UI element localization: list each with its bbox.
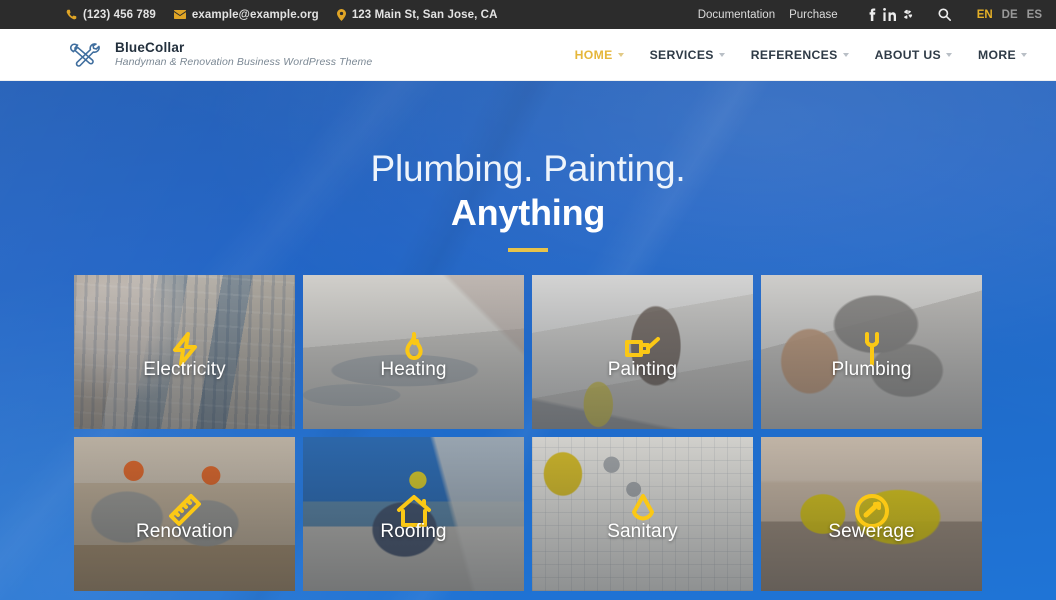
service-tile-heating[interactable]: Heating <box>303 275 524 430</box>
tile-label: Sewerage <box>828 521 915 543</box>
brand-tagline: Handyman & Renovation Business WordPress… <box>115 56 373 69</box>
documentation-link[interactable]: Documentation <box>691 9 782 21</box>
service-tile-renovation[interactable]: Renovation <box>74 437 295 592</box>
nav-item-home[interactable]: HOME <box>562 29 637 81</box>
nav-label-services: SERVICES <box>649 47 714 62</box>
top-bar-contact-group: (123) 456 789 example@example.org 123 Ma… <box>66 8 498 21</box>
language-switcher: EN DE ES <box>977 9 1042 21</box>
linkedin-icon[interactable] <box>881 5 899 25</box>
service-tile-sewerage[interactable]: Sewerage <box>761 437 982 592</box>
top-bar-utility-group: Documentation Purchase EN DE ES <box>691 5 1042 25</box>
email-text: example@example.org <box>191 8 319 21</box>
address-item[interactable]: 123 Main St, San Jose, CA <box>336 8 498 21</box>
chevron-down-icon <box>842 52 849 57</box>
tile-label: Plumbing <box>831 359 912 381</box>
tile-label: Renovation <box>135 521 234 543</box>
site-header: BlueCollar Handyman & Renovation Busines… <box>0 29 1056 81</box>
service-tile-grid: Electricity Heating Painting Plumbing Re… <box>74 275 982 592</box>
chevron-down-icon <box>946 52 953 57</box>
main-navigation: HOME SERVICES REFERENCES ABOUT US MORE <box>562 29 1040 81</box>
map-pin-icon <box>336 8 346 21</box>
email-item[interactable]: example@example.org <box>173 8 319 21</box>
tile-label: Roofing <box>380 521 447 543</box>
facebook-icon[interactable] <box>863 5 881 25</box>
hero-heading: Plumbing. Painting. Anything <box>0 81 1056 253</box>
phone-text: (123) 456 789 <box>83 8 156 21</box>
tile-label: Electricity <box>143 359 226 381</box>
purchase-link[interactable]: Purchase <box>782 9 845 21</box>
brand-logo[interactable]: BlueCollar Handyman & Renovation Busines… <box>66 39 372 71</box>
hero-line-1: Plumbing. Painting. <box>370 148 686 189</box>
yelp-icon[interactable] <box>899 5 917 25</box>
lang-en[interactable]: EN <box>977 9 993 21</box>
address-text: 123 Main St, San Jose, CA <box>351 8 498 21</box>
service-tile-sanitary[interactable]: Sanitary <box>532 437 753 592</box>
service-tile-painting[interactable]: Painting <box>532 275 753 430</box>
hammer-wrench-icon <box>66 39 106 71</box>
nav-label-home: HOME <box>574 47 613 62</box>
nav-item-references[interactable]: REFERENCES <box>738 29 862 81</box>
phone-item[interactable]: (123) 456 789 <box>66 9 156 21</box>
chevron-down-icon <box>1021 52 1027 57</box>
hero-line-2: Anything <box>450 192 606 234</box>
top-bar: (123) 456 789 example@example.org 123 Ma… <box>0 0 1056 29</box>
envelope-icon <box>173 9 186 20</box>
chevron-down-icon <box>617 52 624 57</box>
hero-divider <box>508 248 548 253</box>
lang-es[interactable]: ES <box>1027 9 1042 21</box>
phone-icon <box>66 9 77 20</box>
nav-item-about-us[interactable]: ABOUT US <box>862 29 965 81</box>
hero-section: Plumbing. Painting. Anything Electricity… <box>0 81 1056 600</box>
nav-item-more[interactable]: MORE <box>965 29 1040 81</box>
lang-de[interactable]: DE <box>1002 9 1018 21</box>
brand-name: BlueCollar <box>115 39 185 55</box>
social-links <box>863 5 917 25</box>
service-tile-roofing[interactable]: Roofing <box>303 437 524 592</box>
chevron-down-icon <box>718 52 725 57</box>
tile-label: Painting <box>607 359 678 381</box>
tile-label: Sanitary <box>607 521 678 543</box>
tile-label: Heating <box>380 359 447 381</box>
nav-item-services[interactable]: SERVICES <box>637 29 738 81</box>
nav-label-more: MORE <box>978 47 1016 62</box>
nav-label-references: REFERENCES <box>750 47 838 62</box>
service-tile-electricity[interactable]: Electricity <box>74 275 295 430</box>
service-tile-plumbing[interactable]: Plumbing <box>761 275 982 430</box>
nav-label-about-us: ABOUT US <box>874 47 942 62</box>
search-icon[interactable] <box>931 5 959 25</box>
